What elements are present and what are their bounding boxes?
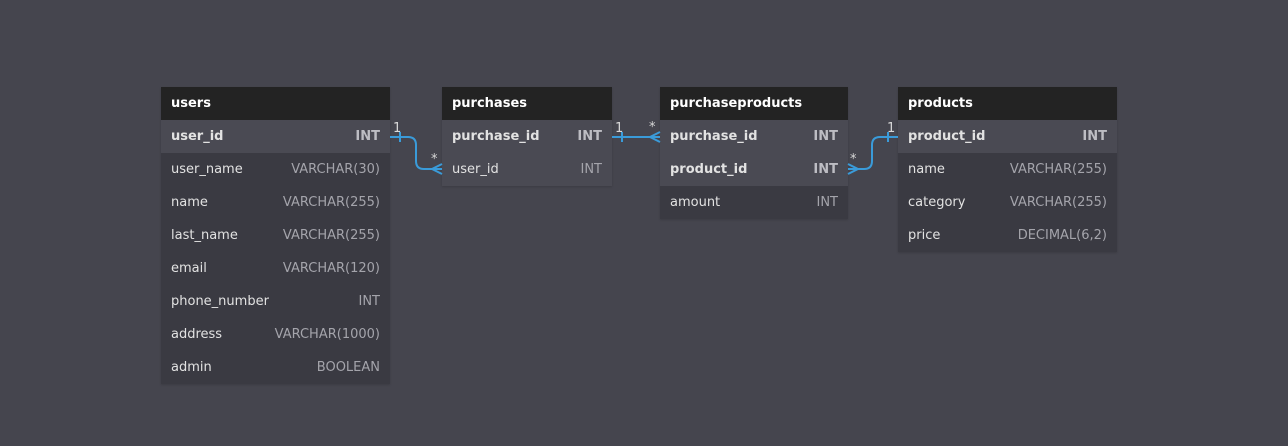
relationship-links (390, 131, 898, 175)
cardinality-label: 1 (393, 121, 402, 136)
cardinality-label: * (431, 152, 438, 167)
cardinality-label: * (850, 152, 857, 167)
cardinality-label: * (649, 120, 656, 135)
cardinality-label: 1 (615, 121, 624, 136)
diagram-canvas: users user_id INT user_name VARCHAR(30) … (0, 0, 1288, 446)
cardinality-label: 1 (887, 121, 896, 136)
